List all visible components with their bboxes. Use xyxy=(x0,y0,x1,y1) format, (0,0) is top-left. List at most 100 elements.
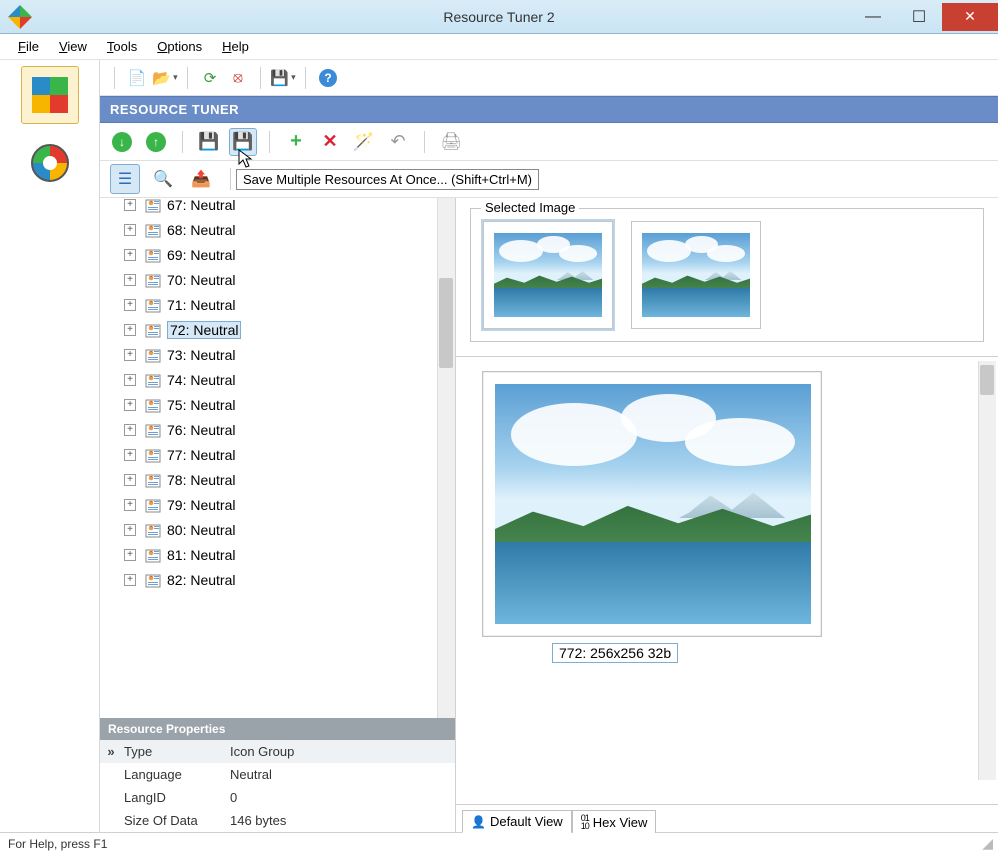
tab-label: Hex View xyxy=(593,815,648,830)
save-resource-button[interactable]: 💾 xyxy=(195,128,223,156)
expand-icon[interactable]: + xyxy=(124,424,136,436)
tree-item-81[interactable]: +81: Neutral xyxy=(100,542,437,567)
menu-file[interactable]: File xyxy=(10,37,47,56)
expand-icon[interactable]: + xyxy=(124,249,136,261)
tab-hex-view[interactable]: 0110 Hex View xyxy=(572,810,657,833)
properties-panel: »TypeIcon GroupLanguageNeutral LangID0Siz… xyxy=(100,740,455,832)
arrow-down-icon: ↓ xyxy=(112,132,132,152)
nav-up-button[interactable]: ↑ xyxy=(142,128,170,156)
save-icon: 💾 xyxy=(270,69,289,87)
person-icon: 👤 xyxy=(471,815,486,829)
prop-value: Icon Group xyxy=(230,744,455,759)
tab-default-view[interactable]: 👤 Default View xyxy=(462,810,572,833)
expand-icon[interactable]: + xyxy=(124,574,136,586)
edit-resource-button[interactable]: 🪄 xyxy=(350,128,378,156)
resize-grip[interactable]: ◢ xyxy=(982,835,990,852)
prop-key: LangID xyxy=(122,790,230,805)
tree-item-71[interactable]: +71: Neutral xyxy=(100,292,437,317)
tree-item-79[interactable]: +79: Neutral xyxy=(100,492,437,517)
tree-export-button[interactable]: 📤 xyxy=(186,164,216,194)
open-file-button[interactable]: 📂▾ xyxy=(153,66,177,90)
tree-item-label: 75: Neutral xyxy=(167,397,235,413)
window-title: Resource Tuner 2 xyxy=(0,9,998,25)
title-bar: Resource Tuner 2 — ☐ xyxy=(0,0,998,34)
tree-item-68[interactable]: +68: Neutral xyxy=(100,217,437,242)
properties-header: Resource Properties xyxy=(100,718,455,740)
preview-scrollbar[interactable] xyxy=(978,361,996,780)
add-resource-button[interactable]: + xyxy=(282,128,310,156)
expand-icon[interactable]: + xyxy=(124,199,136,211)
tree-search-button[interactable]: 🔍 xyxy=(148,164,178,194)
tree-item-75[interactable]: +75: Neutral xyxy=(100,392,437,417)
tree-item-78[interactable]: +78: Neutral xyxy=(100,467,437,492)
tree-item-label: 81: Neutral xyxy=(167,547,235,563)
menu-tools[interactable]: Tools xyxy=(99,37,145,56)
menu-help[interactable]: Help xyxy=(214,37,257,56)
resource-icon xyxy=(144,471,162,489)
resource-icon xyxy=(144,521,162,539)
save-multiple-button[interactable]: 💾 xyxy=(229,128,257,156)
undo-icon: ↶ xyxy=(390,131,405,152)
tree-item-72[interactable]: +72: Neutral xyxy=(100,317,437,342)
prop-row-language: LanguageNeutral xyxy=(100,763,455,786)
expand-icon[interactable]: + xyxy=(124,374,136,386)
nav-down-button[interactable]: ↓ xyxy=(108,128,136,156)
selected-image-group: Selected Image xyxy=(470,208,984,342)
close-file-button[interactable]: ⦻ xyxy=(226,66,250,90)
thumbnail-2[interactable] xyxy=(631,221,761,329)
tree-item-label: 71: Neutral xyxy=(167,297,235,313)
tree-toolbar: ☰ 🔍 📤 ▽ xyxy=(100,161,998,198)
expand-icon[interactable]: + xyxy=(124,499,136,511)
arrow-up-icon: ↑ xyxy=(146,132,166,152)
tree-item-74[interactable]: +74: Neutral xyxy=(100,367,437,392)
tree-item-67[interactable]: +67: Neutral xyxy=(100,198,437,217)
prop-row-type: »TypeIcon Group xyxy=(100,740,455,763)
delete-resource-button[interactable]: ✕ xyxy=(316,128,344,156)
thumbnail-1[interactable] xyxy=(483,221,613,329)
prop-key: Type xyxy=(122,744,230,759)
resource-tree[interactable]: +67: Neutral+68: Neutral+69: Neutral+70:… xyxy=(100,198,455,718)
tree-view-button[interactable]: ☰ xyxy=(110,164,140,194)
resource-icon xyxy=(144,371,162,389)
tree-item-70[interactable]: +70: Neutral xyxy=(100,267,437,292)
expand-icon[interactable]: + xyxy=(124,399,136,411)
expand-icon[interactable]: + xyxy=(124,349,136,361)
undo-button[interactable]: ↶ xyxy=(384,128,412,156)
mode-target-button[interactable] xyxy=(31,144,69,182)
menu-options[interactable]: Options xyxy=(149,37,210,56)
print-icon: 🖨 xyxy=(440,132,462,152)
image-preview-area: 772: 256x256 32b xyxy=(456,357,998,804)
tree-scrollbar[interactable] xyxy=(437,198,455,718)
refresh-button[interactable]: ⟳ xyxy=(198,66,222,90)
resource-icon xyxy=(144,421,162,439)
tree-item-82[interactable]: +82: Neutral xyxy=(100,567,437,592)
help-button[interactable]: ? xyxy=(316,66,340,90)
expand-icon[interactable]: + xyxy=(124,299,136,311)
resource-toolbar: ↓ ↑ 💾 💾 + ✕ 🪄 ↶ 🖨 Save Multiple Resource… xyxy=(100,123,998,161)
expand-icon[interactable]: + xyxy=(124,224,136,236)
hex-icon: 0110 xyxy=(581,814,589,830)
print-button[interactable]: 🖨 xyxy=(437,128,465,156)
tree-item-label: 78: Neutral xyxy=(167,472,235,488)
mode-resource-button[interactable] xyxy=(21,66,79,124)
tree-item-76[interactable]: +76: Neutral xyxy=(100,417,437,442)
expand-icon[interactable]: + xyxy=(124,449,136,461)
save-button[interactable]: 💾▾ xyxy=(271,66,295,90)
page-icon: 📄 xyxy=(128,69,147,87)
prop-key: Size Of Data xyxy=(122,813,230,828)
tree-item-label: 68: Neutral xyxy=(167,222,235,238)
expand-icon[interactable]: + xyxy=(124,524,136,536)
tree-item-77[interactable]: +77: Neutral xyxy=(100,442,437,467)
expand-icon[interactable]: + xyxy=(124,324,136,336)
expand-icon[interactable]: + xyxy=(124,274,136,286)
expand-icon[interactable]: + xyxy=(124,474,136,486)
tree-item-69[interactable]: +69: Neutral xyxy=(100,242,437,267)
prop-value: 0 xyxy=(230,790,455,805)
tree-item-80[interactable]: +80: Neutral xyxy=(100,517,437,542)
menu-view[interactable]: View xyxy=(51,37,95,56)
tree-item-73[interactable]: +73: Neutral xyxy=(100,342,437,367)
resource-icon xyxy=(144,546,162,564)
new-file-button[interactable]: 📄 xyxy=(125,66,149,90)
expand-icon[interactable]: + xyxy=(124,549,136,561)
tree-item-label: 77: Neutral xyxy=(167,447,235,463)
